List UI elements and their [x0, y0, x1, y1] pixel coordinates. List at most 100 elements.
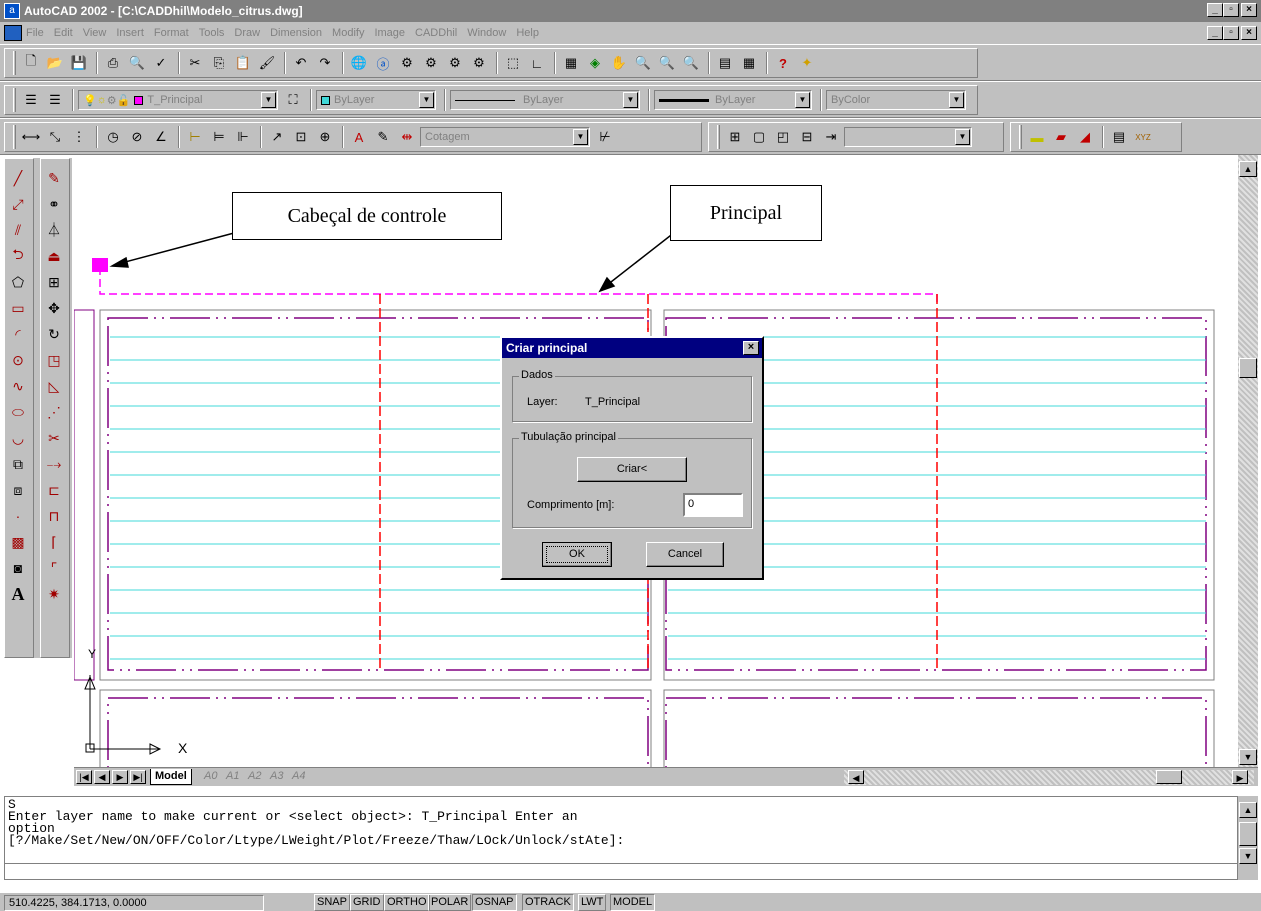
construction-line-icon[interactable]: ⤢ — [6, 193, 30, 215]
explode-icon[interactable]: ✷ — [42, 583, 66, 605]
stretch-icon[interactable]: ◺ — [42, 375, 66, 397]
clip-viewport-icon[interactable]: ⇥ — [820, 126, 842, 148]
arc-icon[interactable]: ◜ — [6, 323, 30, 345]
prev-tab-button[interactable]: ◀ — [94, 770, 110, 784]
menu-help[interactable]: Help — [516, 27, 539, 39]
next-tab-button[interactable]: ▶ — [112, 770, 128, 784]
otrack-toggle[interactable]: OTRACK — [522, 894, 574, 911]
ordinate-dimension-icon[interactable]: ⋮ — [68, 126, 90, 148]
paste-icon[interactable]: 📋 — [232, 52, 254, 74]
vertical-scrollbar[interactable]: ▲ ▼ — [1238, 155, 1258, 767]
chevron-down-icon[interactable]: ▼ — [573, 129, 588, 145]
command-input[interactable] — [5, 863, 1237, 864]
layer-combo[interactable]: 💡 ☼ ⚙ 🔓 T_Principal ▼ — [78, 90, 278, 110]
move-icon[interactable]: ✥ — [42, 297, 66, 319]
adcenter-icon[interactable]: ▦ — [738, 52, 760, 74]
scroll-right-button[interactable]: ▶ — [1232, 770, 1248, 784]
scroll-thumb[interactable] — [1239, 358, 1257, 378]
menu-dimension[interactable]: Dimension — [270, 27, 322, 39]
cmd-scroll-down-button[interactable]: ▼ — [1239, 848, 1257, 864]
lwt-toggle[interactable]: LWT — [578, 894, 607, 911]
rotate-icon[interactable]: ↻ — [42, 323, 66, 345]
dimension-text-edit-icon[interactable]: ✎ — [372, 126, 394, 148]
make-current-icon[interactable]: ⛶ — [282, 89, 304, 111]
ucs-icon[interactable]: ∟ — [526, 52, 548, 74]
osnap-toggle[interactable]: OSNAP — [472, 894, 517, 911]
polar-toggle[interactable]: POLAR — [428, 894, 472, 911]
horizontal-scrollbar[interactable]: ◀ ▶ — [844, 770, 1254, 785]
tool-palette-icon[interactable]: ⚙ — [420, 52, 442, 74]
dimension-edit-icon[interactable]: A — [348, 126, 370, 148]
report-icon[interactable]: ▤ — [1108, 126, 1130, 148]
mirror-icon[interactable]: ⏃ — [42, 219, 66, 241]
single-viewport-icon[interactable]: ▢ — [748, 126, 770, 148]
scroll-up-button[interactable]: ▲ — [1239, 161, 1257, 177]
layer-previous-icon[interactable]: ☰ — [44, 89, 66, 111]
lineweight-combo[interactable]: ByLayer ▼ — [654, 90, 812, 110]
ok-button[interactable]: OK — [542, 542, 612, 567]
open-file-icon[interactable]: 📂 — [44, 52, 66, 74]
command-scrollbar[interactable]: ▲ ▼ — [1238, 796, 1258, 880]
cmd-scroll-up-button[interactable]: ▲ — [1239, 802, 1257, 818]
menu-image[interactable]: Image — [374, 27, 405, 39]
linetype-combo[interactable]: ByLayer ▼ — [450, 90, 640, 110]
color-combo[interactable]: ByLayer ▼ — [316, 90, 436, 110]
spline-icon[interactable]: ∿ — [6, 375, 30, 397]
chevron-down-icon[interactable]: ▼ — [795, 92, 810, 108]
insert-block-icon[interactable]: ⧉ — [6, 453, 30, 475]
zoom-window-icon[interactable]: 🔍 — [656, 52, 678, 74]
design-center-icon[interactable]: ⚙ — [396, 52, 418, 74]
trim-icon[interactable]: ✂ — [42, 427, 66, 449]
named-views-icon[interactable]: ▦ — [560, 52, 582, 74]
point-icon[interactable]: · — [6, 505, 30, 527]
cmd-scroll-thumb[interactable] — [1239, 822, 1257, 846]
polygon-icon[interactable]: ⬠ — [6, 271, 30, 293]
menu-view[interactable]: View — [83, 27, 107, 39]
maximize-button[interactable]: ▫ — [1223, 3, 1239, 17]
spell-check-icon[interactable]: ✓ — [150, 52, 172, 74]
scale-icon[interactable]: ◳ — [42, 349, 66, 371]
ortho-toggle[interactable]: ORTHO — [384, 894, 430, 911]
close-button[interactable]: × — [1241, 3, 1257, 17]
first-tab-button[interactable]: |◀ — [76, 770, 92, 784]
viewport-scale-combo[interactable]: ▼ — [844, 127, 972, 147]
hatch-icon[interactable]: ▩ — [6, 531, 30, 553]
center-mark-icon[interactable]: ⊕ — [314, 126, 336, 148]
undo-icon[interactable]: ↶ — [290, 52, 312, 74]
dbconnect-icon[interactable]: ⚙ — [444, 52, 466, 74]
tab-a1[interactable]: A1 — [222, 769, 243, 785]
menu-edit[interactable]: Edit — [54, 27, 73, 39]
whats-new-icon[interactable]: ✦ — [796, 52, 818, 74]
plotstyle-combo[interactable]: ByColor ▼ — [826, 90, 966, 110]
coordinate-display[interactable]: 510.4225, 384.1713, 0.0000 — [4, 895, 264, 911]
osnap-flyout-icon[interactable]: ⬚ — [502, 52, 524, 74]
tolerance-icon[interactable]: ⊡ — [290, 126, 312, 148]
lateral-line-icon[interactable]: ▬ — [1026, 126, 1048, 148]
break-at-point-icon[interactable]: ⊓ — [42, 505, 66, 527]
redo-icon[interactable]: ↷ — [314, 52, 336, 74]
zoom-realtime-icon[interactable]: 🔍 — [632, 52, 654, 74]
polyline-icon[interactable]: ⮌ — [6, 245, 30, 267]
offset-icon[interactable]: ⏏ — [42, 245, 66, 267]
fillet-icon[interactable]: ⌜ — [42, 557, 66, 579]
command-window[interactable]: S Enter layer name to make current or <se… — [4, 796, 1238, 880]
tab-a4[interactable]: A4 — [288, 769, 309, 785]
doc-maximize-button[interactable]: ▫ — [1223, 26, 1239, 40]
diameter-dimension-icon[interactable]: ⊘ — [126, 126, 148, 148]
print-icon[interactable]: ⎙ — [102, 52, 124, 74]
dimension-update-icon[interactable]: ⇹ — [396, 126, 418, 148]
break-icon[interactable]: ⊏ — [42, 479, 66, 501]
doc-minimize-button[interactable]: _ — [1207, 26, 1223, 40]
layer-manager-icon[interactable]: ☰ — [20, 89, 42, 111]
secondary-pipe-icon[interactable]: ▰ — [1050, 126, 1072, 148]
polygonal-viewport-icon[interactable]: ◰ — [772, 126, 794, 148]
zoom-previous-icon[interactable]: 🔍 — [680, 52, 702, 74]
dialog-close-button[interactable]: × — [743, 341, 759, 355]
snap-toggle[interactable]: SNAP — [314, 894, 350, 911]
baseline-dimension-icon[interactable]: ⊨ — [208, 126, 230, 148]
pan-icon[interactable]: ✋ — [608, 52, 630, 74]
menu-window[interactable]: Window — [467, 27, 506, 39]
autodesk-icon[interactable]: ⓐ — [372, 52, 394, 74]
minimize-button[interactable]: _ — [1207, 3, 1223, 17]
line-icon[interactable]: ╱ — [6, 167, 30, 189]
